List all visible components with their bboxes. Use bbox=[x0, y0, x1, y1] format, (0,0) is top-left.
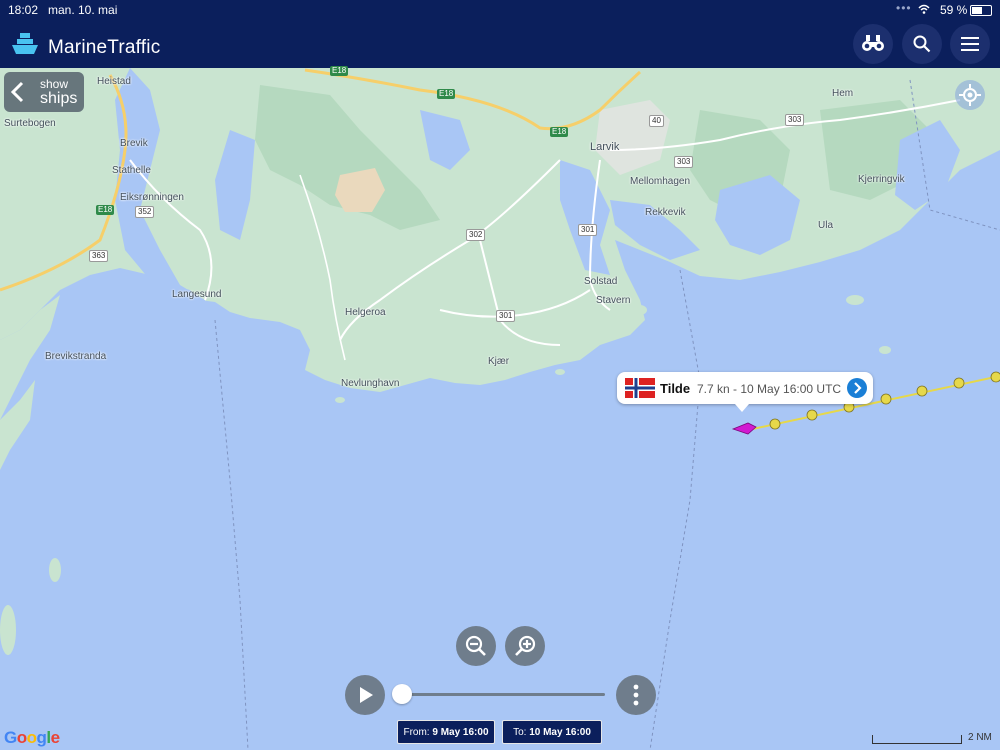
road-shield: E18 bbox=[437, 89, 456, 99]
place-label: Rekkevik bbox=[645, 207, 686, 218]
vessel-name: Tilde bbox=[660, 381, 691, 396]
place-label: Langesund bbox=[172, 289, 222, 300]
place-label: Kjerringvik bbox=[858, 174, 905, 185]
from-value: 9 May 16:00 bbox=[432, 727, 489, 738]
place-label: Nevlunghavn bbox=[341, 378, 400, 389]
more-options-button[interactable] bbox=[616, 675, 656, 715]
road-shield: 301 bbox=[496, 310, 516, 322]
track-point[interactable] bbox=[990, 371, 1000, 383]
map-scale-bar bbox=[872, 735, 962, 744]
map-scale-label: 2 NM bbox=[968, 732, 992, 743]
track-point[interactable] bbox=[769, 418, 781, 430]
road-shield: 302 bbox=[466, 229, 486, 241]
zoom-out-icon bbox=[465, 635, 486, 656]
app-title: MarineTraffic bbox=[48, 37, 161, 58]
track-point[interactable] bbox=[806, 409, 818, 421]
place-label: Solstad bbox=[584, 276, 618, 287]
place-label: Kjær bbox=[488, 356, 510, 367]
binoculars-icon bbox=[862, 35, 884, 51]
place-label: Brevikstranda bbox=[45, 351, 107, 362]
place-label: Larvik bbox=[590, 141, 620, 153]
road-shield: E18 bbox=[550, 127, 569, 137]
search-button[interactable] bbox=[902, 24, 942, 64]
place-label: Mellomhagen bbox=[630, 176, 691, 187]
place-label: Eiksrønningen bbox=[120, 192, 184, 203]
place-label: Ula bbox=[818, 220, 834, 231]
from-date-button[interactable]: From: 9 May 16:00 bbox=[397, 720, 495, 744]
place-label: Stavern bbox=[596, 295, 631, 306]
search-icon bbox=[913, 35, 931, 53]
show-ships-button[interactable]: show ships bbox=[4, 72, 84, 112]
status-date: man. 10. mai bbox=[48, 3, 118, 17]
vessel-info: 7.7 kn - 10 May 16:00 UTC bbox=[697, 382, 842, 396]
marinetraffic-logo-icon bbox=[12, 33, 38, 54]
place-label: Heistad bbox=[97, 76, 131, 87]
app-header: MarineTraffic bbox=[0, 20, 1000, 68]
show-ships-line2: ships bbox=[40, 90, 78, 107]
to-label: To: bbox=[513, 727, 527, 738]
road-shield: 363 bbox=[89, 250, 109, 262]
status-bar: 18:02 man. 10. mai ••• 59 % bbox=[0, 0, 1000, 20]
place-label: Helgeroa bbox=[345, 307, 386, 318]
road-shield: 303 bbox=[674, 156, 694, 168]
to-date-button[interactable]: To: 10 May 16:00 bbox=[502, 720, 602, 744]
play-button[interactable] bbox=[345, 675, 385, 715]
wifi-icon bbox=[918, 4, 930, 14]
track-point[interactable] bbox=[880, 393, 892, 405]
road-shield: 352 bbox=[135, 206, 155, 218]
track-point[interactable] bbox=[916, 385, 928, 397]
multitask-dots-icon: ••• bbox=[896, 1, 912, 15]
zoom-in-button[interactable] bbox=[505, 626, 545, 666]
vessel-details-button[interactable] bbox=[847, 378, 867, 398]
place-label: Stathelle bbox=[112, 165, 151, 176]
chevron-left-icon bbox=[10, 81, 24, 103]
zoom-out-button[interactable] bbox=[456, 626, 496, 666]
zoom-in-icon bbox=[515, 635, 536, 656]
norway-flag-icon bbox=[625, 378, 655, 398]
my-location-button[interactable] bbox=[955, 80, 985, 110]
playback-slider-track[interactable] bbox=[400, 693, 605, 696]
binoculars-button[interactable] bbox=[853, 24, 893, 64]
track-point[interactable] bbox=[953, 377, 965, 389]
vertical-dots-icon bbox=[633, 684, 639, 706]
chevron-right-icon bbox=[854, 382, 862, 394]
road-shield: 303 bbox=[785, 114, 805, 126]
place-label: Surtebogen bbox=[4, 118, 56, 129]
google-logo: Google bbox=[4, 728, 60, 747]
vessel-popup[interactable]: Tilde 7.7 kn - 10 May 16:00 UTC bbox=[617, 372, 873, 412]
road-shield: E18 bbox=[330, 66, 349, 76]
road-shield: 301 bbox=[578, 224, 598, 236]
crosshair-icon bbox=[959, 84, 981, 106]
battery-percent: 59 % bbox=[940, 3, 968, 17]
status-time: 18:02 bbox=[8, 3, 39, 17]
road-shield: 40 bbox=[649, 115, 664, 127]
to-value: 10 May 16:00 bbox=[529, 727, 591, 738]
show-ships-line1: show bbox=[40, 77, 69, 91]
play-icon bbox=[360, 687, 373, 703]
road-shield: E18 bbox=[96, 205, 115, 215]
place-label: Brevik bbox=[120, 138, 148, 149]
playback-slider-knob[interactable] bbox=[392, 684, 412, 704]
battery-icon bbox=[970, 5, 992, 16]
from-label: From: bbox=[403, 727, 430, 738]
place-label: Hem bbox=[832, 88, 854, 99]
hamburger-menu-icon bbox=[961, 37, 979, 51]
menu-button[interactable] bbox=[950, 24, 990, 64]
